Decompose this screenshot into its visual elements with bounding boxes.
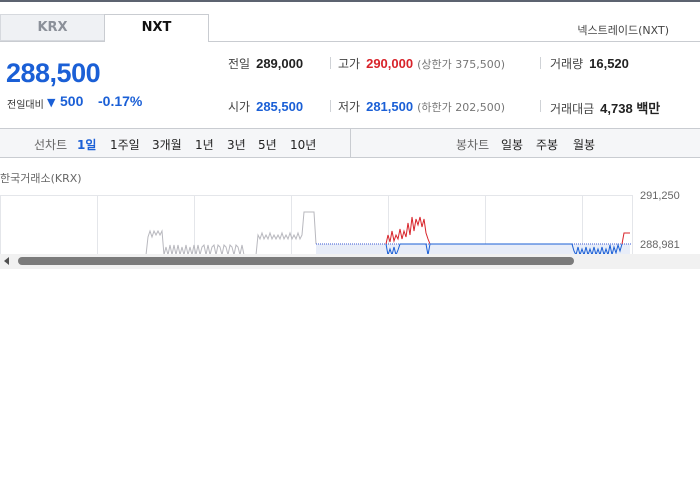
stat-limit: (하한가 202,500) xyxy=(417,101,506,114)
stat-label: 저가 xyxy=(338,100,361,114)
chart-period-bar: 선차트 1일 1주일 3개월 1년 3년 5년 10년 봉차트 일봉 주봉 월봉 xyxy=(0,128,700,158)
period-1y[interactable]: 1년 xyxy=(195,136,214,153)
period-monthly[interactable]: 월봉 xyxy=(573,136,595,153)
price-line-latest xyxy=(621,232,630,245)
period-daily[interactable]: 일봉 xyxy=(501,136,523,153)
stat-low: 저가 281,500 (하한가 202,500) xyxy=(338,98,505,115)
candle-chart-label: 봉차트 xyxy=(456,138,490,152)
current-price: 288,500 xyxy=(6,58,101,88)
horizontal-scrollbar[interactable] xyxy=(0,254,700,269)
tab-nxt[interactable]: NXT xyxy=(104,14,209,42)
period-1w[interactable]: 1주일 xyxy=(110,136,140,153)
top-border xyxy=(0,0,700,2)
stat-value: 4,738 백만 xyxy=(600,101,661,116)
price-line-flat xyxy=(145,211,317,255)
y-axis-reference: 288,981 xyxy=(640,239,680,251)
scroll-left-icon[interactable] xyxy=(4,257,9,265)
divider xyxy=(540,100,541,112)
change-rate: -0.17% xyxy=(98,93,143,109)
period-3y[interactable]: 3년 xyxy=(227,136,246,153)
stat-label: 시가 xyxy=(228,100,251,114)
divider xyxy=(330,57,331,69)
price-line-up xyxy=(385,216,431,245)
divider xyxy=(350,129,351,158)
exchange-label: 넥스트레이드(NXT) xyxy=(577,24,669,37)
down-triangle-icon: ▼ xyxy=(47,96,56,109)
stat-open: 시가 285,500 xyxy=(228,98,303,115)
period-5y[interactable]: 5년 xyxy=(258,136,277,153)
stat-label: 거래대금 xyxy=(550,102,595,116)
divider xyxy=(540,57,541,69)
period-3m[interactable]: 3개월 xyxy=(152,136,182,153)
period-10y[interactable]: 10년 xyxy=(290,136,316,153)
stat-value: 285,500 xyxy=(256,99,304,114)
y-axis-top: 291,250 xyxy=(640,190,680,202)
stat-value: 16,520 xyxy=(589,56,629,71)
stat-high: 고가 290,000 (상한가 375,500) xyxy=(338,55,505,72)
divider xyxy=(330,100,331,112)
line-chart-label: 선차트 xyxy=(34,138,68,152)
intraday-chart: 291,250 288,981 xyxy=(0,190,700,255)
stat-volume: 거래량 16,520 xyxy=(550,55,629,72)
stat-amount: 거래대금 4,738 백만 xyxy=(550,98,660,117)
change-value: 500 xyxy=(60,93,84,109)
tab-krx[interactable]: KRX xyxy=(0,14,105,41)
scroll-thumb[interactable] xyxy=(18,257,574,265)
stat-value: 281,500 xyxy=(366,99,414,114)
stat-label: 거래량 xyxy=(550,57,584,71)
stat-value: 289,000 xyxy=(256,56,304,71)
change-label: 전일대비 xyxy=(7,100,44,111)
chart-canvas xyxy=(0,195,633,255)
chart-source: 한국거래소(KRX) xyxy=(0,172,82,185)
stat-value: 290,000 xyxy=(366,56,414,71)
period-1d[interactable]: 1일 xyxy=(77,136,96,153)
stat-limit: (상한가 375,500) xyxy=(417,58,506,71)
period-weekly[interactable]: 주봉 xyxy=(536,136,558,153)
stat-label: 전일 xyxy=(228,57,251,71)
stat-prev-close: 전일 289,000 xyxy=(228,55,303,72)
stat-label: 고가 xyxy=(338,57,361,71)
